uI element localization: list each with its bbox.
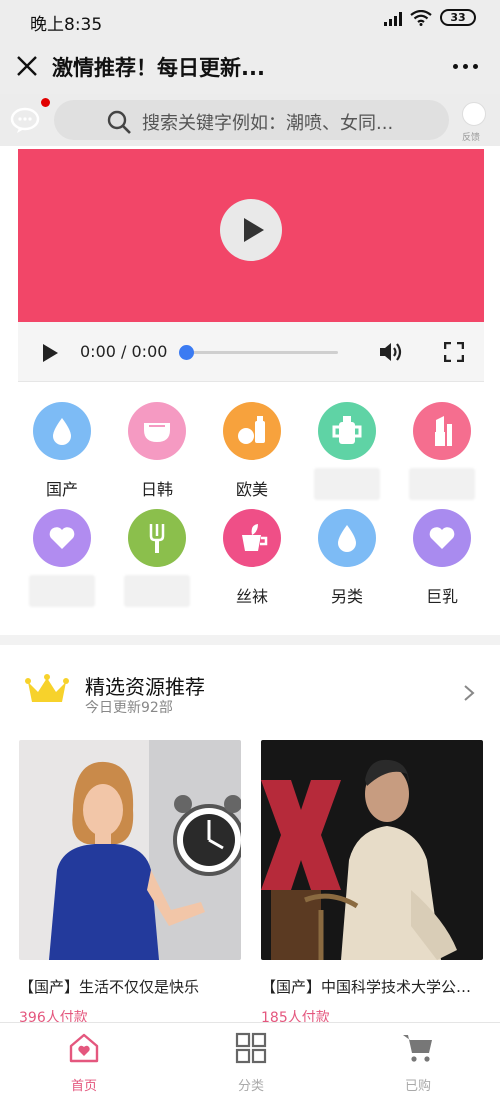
nav-home-label: 首页 <box>70 1079 97 1094</box>
nav-purchased-label: 已购 <box>404 1079 431 1094</box>
category-item[interactable]: 另类 <box>307 509 387 606</box>
category-label-hidden <box>29 575 95 607</box>
lipstick-icon <box>413 402 471 460</box>
volume-icon[interactable] <box>378 340 404 364</box>
card-thumbnail[interactable] <box>261 740 483 960</box>
grid-icon <box>235 1032 267 1064</box>
section-title: 精选资源推荐 <box>85 675 205 699</box>
category-item[interactable] <box>402 402 482 500</box>
control-play-icon[interactable] <box>43 344 58 362</box>
feedback-label[interactable]: 反馈 <box>462 130 480 143</box>
nav-category-label: 分类 <box>237 1079 264 1094</box>
water-drop-icon <box>33 402 91 460</box>
category-label: 日韩 <box>140 480 173 499</box>
status-time: 晚上8:35 <box>30 15 103 35</box>
bottom-nav: 首页 分类 已购 <box>0 1022 500 1097</box>
fork-icon <box>128 509 186 567</box>
category-label: 丝袜 <box>235 587 268 606</box>
search-row: 搜索关键字例如：潮喷、女同... 反馈 <box>0 94 500 146</box>
section-subtitle: 今日更新92部 <box>85 700 173 716</box>
nav-purchased[interactable]: 已购 <box>368 1031 468 1094</box>
category-label-hidden <box>124 575 190 607</box>
resource-card[interactable]: 【国产】生活不仅仅是快乐 396人付款 <box>19 740 241 1027</box>
section-divider <box>0 635 500 645</box>
nav-category[interactable]: 分类 <box>201 1031 301 1094</box>
feedback-icon[interactable] <box>462 102 486 126</box>
diaper-icon <box>128 402 186 460</box>
search-placeholder: 搜索关键字例如：潮喷、女同... <box>142 113 394 134</box>
status-bar: 晚上8:35 33 <box>0 0 500 40</box>
category-label: 国产 <box>45 480 78 499</box>
cart-icon <box>403 1035 432 1062</box>
video-time: 0:00 / 0:00 <box>80 342 168 361</box>
card-thumbnail[interactable] <box>19 740 241 960</box>
category-item[interactable]: 国产 <box>22 402 102 499</box>
crown-icon <box>25 674 69 702</box>
category-label: 巨乳 <box>425 587 458 606</box>
fullscreen-icon[interactable] <box>444 342 464 362</box>
video-controls: 0:00 / 0:00 <box>18 322 484 382</box>
chevron-right-icon[interactable] <box>462 684 476 702</box>
play-button[interactable] <box>220 199 282 261</box>
heart-icon <box>413 509 471 567</box>
nav-home[interactable]: 首页 <box>34 1031 134 1094</box>
food-bottle-icon <box>223 402 281 460</box>
category-item[interactable]: 丝袜 <box>212 509 292 606</box>
close-icon[interactable] <box>16 55 38 77</box>
card-title[interactable]: 【国产】中国科学技术大学公… <box>261 976 483 997</box>
home-icon <box>69 1033 99 1063</box>
category-label: 另类 <box>330 587 363 606</box>
category-item[interactable]: 巨乳 <box>402 509 482 606</box>
status-icons: 33 <box>384 9 476 26</box>
chat-bubble-icon[interactable] <box>10 106 40 134</box>
water-drop-icon <box>318 509 376 567</box>
heart-icon <box>33 509 91 567</box>
wifi-icon <box>410 9 432 26</box>
category-item[interactable] <box>22 509 102 607</box>
category-label-hidden <box>409 468 475 500</box>
battery-indicator: 33 <box>440 9 476 26</box>
category-item[interactable]: 日韩 <box>117 402 197 499</box>
notification-dot <box>41 98 50 107</box>
category-item[interactable]: 欧美 <box>212 402 292 499</box>
video-player[interactable] <box>18 149 484 322</box>
category-item[interactable] <box>307 402 387 500</box>
header: 激情推荐！每日更新... <box>0 40 500 94</box>
page-title: 激情推荐！每日更新... <box>52 56 265 80</box>
category-label-hidden <box>314 468 380 500</box>
resource-card[interactable]: 【国产】中国科学技术大学公… 185人付款 <box>261 740 483 1027</box>
progress-thumb[interactable] <box>179 345 194 360</box>
signal-icon <box>384 10 402 26</box>
plant-pot-icon <box>223 509 281 567</box>
progress-track[interactable] <box>184 351 338 354</box>
category-label: 欧美 <box>235 480 268 499</box>
search-icon <box>107 110 131 134</box>
card-title[interactable]: 【国产】生活不仅仅是快乐 <box>19 976 241 997</box>
sippy-cup-icon <box>318 402 376 460</box>
more-icon[interactable] <box>453 64 478 69</box>
search-input[interactable]: 搜索关键字例如：潮喷、女同... <box>54 100 449 140</box>
category-item[interactable] <box>117 509 197 607</box>
